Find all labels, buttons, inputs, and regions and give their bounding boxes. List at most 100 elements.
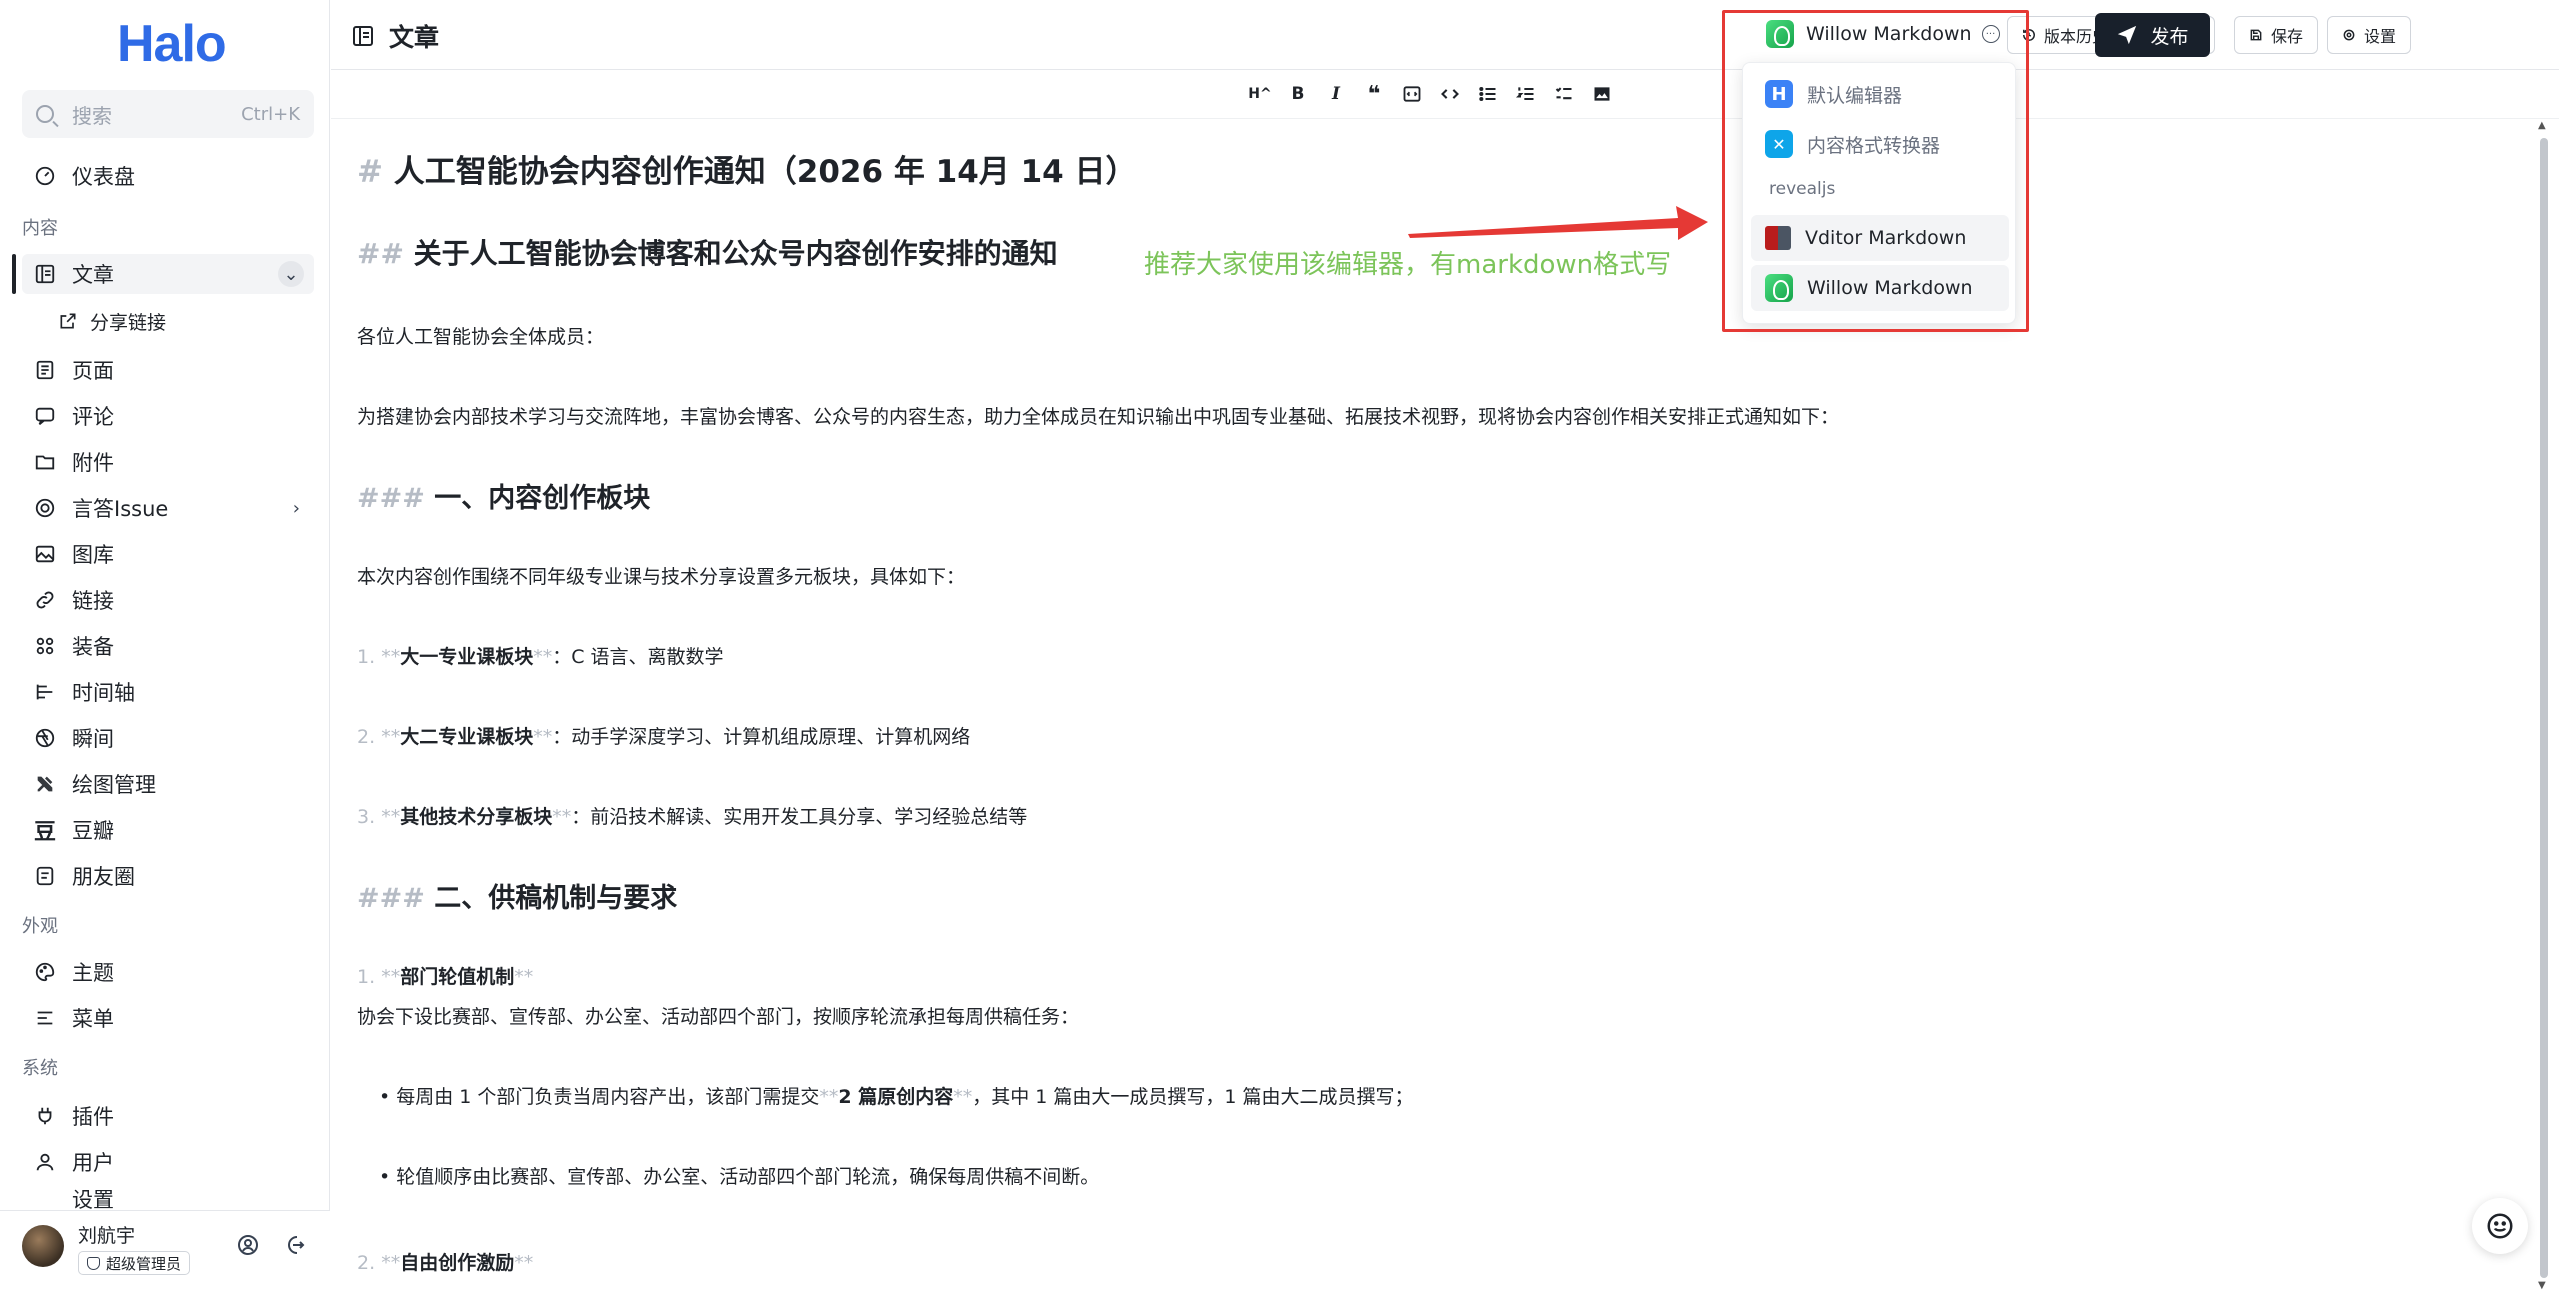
- sidebar-item-dashboard[interactable]: 仪表盘: [22, 156, 314, 196]
- sidebar-item-menu[interactable]: 菜单: [22, 998, 314, 1038]
- top-bar: 文章 Willow Markdown ··· 版本历史 预览 保存 设置 发布: [331, 0, 2559, 70]
- scroll-down-arrow[interactable]: ▼: [2538, 1280, 2546, 1291]
- save-label: 保存: [2271, 27, 2304, 46]
- sidebar-item-label: 朋友圈: [72, 865, 135, 889]
- code-block-icon[interactable]: [1397, 79, 1427, 109]
- sidebar-item-links[interactable]: 链接: [22, 580, 314, 620]
- search-icon: [36, 105, 54, 123]
- sidebar-item-label: 绘图管理: [72, 773, 156, 797]
- gear-icon: [34, 1188, 56, 1210]
- sidebar-item-settings[interactable]: 设置: [22, 1188, 314, 1210]
- heading-icon[interactable]: H^: [1245, 79, 1275, 109]
- ordered-list-icon[interactable]: [1511, 79, 1541, 109]
- sidebar-item-drawing[interactable]: 绘图管理: [22, 764, 314, 804]
- posts-icon: [34, 263, 56, 285]
- sidebar-item-label: 菜单: [72, 1007, 114, 1031]
- sidebar-item-issue[interactable]: 言答Issue ›: [22, 488, 314, 528]
- plug-icon: [34, 1105, 56, 1127]
- sidebar-item-posts[interactable]: 文章 ⌄: [22, 254, 314, 294]
- douban-icon: 豆: [34, 820, 57, 845]
- doc-heading-3-section2: ### 二、供稿机制与要求: [357, 883, 678, 914]
- bullet-list-icon[interactable]: [1473, 79, 1503, 109]
- sidebar-item-label: 用户: [72, 1151, 114, 1175]
- sidebar-item-gallery[interactable]: 图库: [22, 534, 314, 574]
- section-label-system: 系统: [22, 1058, 58, 1079]
- logout-icon[interactable]: [282, 1233, 306, 1257]
- section-label-content: 内容: [22, 218, 58, 239]
- sidebar-item-theme[interactable]: 主题: [22, 952, 314, 992]
- chevron-right-icon[interactable]: ›: [293, 498, 300, 519]
- sidebar-item-comments[interactable]: 评论: [22, 396, 314, 436]
- menu-icon: [34, 1007, 56, 1029]
- sidebar-item-label: 言答Issue: [72, 497, 169, 521]
- inline-code-icon[interactable]: [1435, 79, 1465, 109]
- dashboard-icon: [34, 165, 56, 187]
- task-list-icon[interactable]: [1549, 79, 1579, 109]
- scroll-up-arrow[interactable]: ▲: [2538, 120, 2546, 131]
- doc-paragraph-greeting: 各位人工智能协会全体成员：: [357, 326, 605, 348]
- save-button[interactable]: 保存: [2234, 16, 2319, 54]
- doc-bullet-1: • 每周由 1 个部门负责当周内容产出，该部门需提交**2 篇原创内容**，其中…: [379, 1086, 1414, 1108]
- sidebar-item-plugins[interactable]: 插件: [22, 1096, 314, 1136]
- sidebar-item-label: 页面: [72, 359, 114, 383]
- user-name: 刘航宇: [78, 1225, 136, 1247]
- sidebar-item-label: 评论: [72, 405, 114, 429]
- sidebar-item-pages[interactable]: 页面: [22, 350, 314, 390]
- sidebar-item-label: 附件: [72, 451, 114, 475]
- posts-icon: [353, 26, 373, 46]
- doc-heading-3-section1: ### 一、内容创作板块: [357, 483, 651, 514]
- sidebar-item-users[interactable]: 用户: [22, 1142, 314, 1182]
- doc-bullet-2: • 轮值顺序由比赛部、宣传部、办公室、活动部四个部门轮流，确保每周供稿不间断。: [379, 1166, 1100, 1188]
- role-label: 超级管理员: [106, 1254, 182, 1273]
- sidebar-item-label: 时间轴: [72, 681, 135, 705]
- shield-icon: [87, 1256, 100, 1270]
- editor-content[interactable]: # 人工智能协会内容创作通知（2026 年 14月 14 日） ## 关于人工智…: [357, 120, 2527, 1295]
- profile-icon[interactable]: [236, 1233, 260, 1257]
- target-icon: [34, 497, 56, 519]
- sidebar-item-label: 豆瓣: [72, 819, 114, 843]
- sidebar-item-equipment[interactable]: 装备: [22, 626, 314, 666]
- annotation-arrow: [1408, 206, 1708, 240]
- user-panel: 刘航宇 超级管理员: [0, 1210, 330, 1295]
- timeline-icon: [34, 681, 56, 703]
- search-shortcut: Ctrl+K: [241, 103, 300, 125]
- user-icon: [34, 1151, 56, 1173]
- palette-icon: [34, 961, 56, 983]
- gear-icon: [2343, 29, 2355, 41]
- sidebar-item-label: 主题: [72, 961, 114, 985]
- image-icon[interactable]: [1587, 79, 1617, 109]
- quote-icon[interactable]: ❝: [1359, 79, 1389, 109]
- save-icon: [2250, 29, 2262, 41]
- sidebar-item-share-link[interactable]: 分享链接: [58, 303, 166, 339]
- sidebar: Halo 搜索 Ctrl+K 仪表盘 内容 文章 ⌄ 分享链接 页面 评论 附件…: [0, 0, 330, 1295]
- friends-icon: [34, 865, 56, 887]
- emoji-button[interactable]: [2472, 1198, 2528, 1254]
- sidebar-item-attachments[interactable]: 附件: [22, 442, 314, 482]
- search-placeholder: 搜索: [72, 103, 112, 128]
- sidebar-item-timeline[interactable]: 时间轴: [22, 672, 314, 712]
- section-label-appearance: 外观: [22, 916, 58, 937]
- highlight-box: [1722, 10, 2029, 332]
- link-icon: [34, 589, 56, 611]
- doc-list-item-rule1: 1. **部门轮值机制**: [357, 966, 534, 988]
- sidebar-item-label: 文章: [72, 263, 114, 287]
- doc-paragraph-sec1: 本次内容创作围绕不同年级专业课与技术分享设置多元板块，具体如下：: [357, 566, 966, 588]
- sidebar-item-douban[interactable]: 豆 豆瓣: [22, 810, 314, 850]
- sidebar-item-label: 图库: [72, 543, 114, 567]
- page-title-text: 文章: [389, 23, 440, 52]
- sidebar-item-friends[interactable]: 朋友圈: [22, 856, 314, 896]
- search-input[interactable]: 搜索 Ctrl+K: [22, 90, 314, 138]
- comment-icon: [34, 405, 56, 427]
- pages-icon: [34, 359, 56, 381]
- settings-button[interactable]: 设置: [2327, 16, 2412, 54]
- chevron-down-icon[interactable]: ⌄: [278, 261, 304, 287]
- doc-list-item-rule2: 2. **自由创作激励**: [357, 1252, 534, 1274]
- italic-icon[interactable]: I: [1321, 79, 1351, 109]
- publish-button[interactable]: 发布: [2095, 13, 2210, 57]
- sidebar-item-moments[interactable]: 瞬间: [22, 718, 314, 758]
- bold-icon[interactable]: B: [1283, 79, 1313, 109]
- halo-logo[interactable]: Halo: [117, 14, 227, 74]
- avatar[interactable]: [22, 1225, 64, 1267]
- doc-list-item-2: 2. **大二专业课板块**：动手学深度学习、计算机组成原理、计算机网络: [357, 726, 971, 748]
- scrollbar[interactable]: [2540, 138, 2548, 1278]
